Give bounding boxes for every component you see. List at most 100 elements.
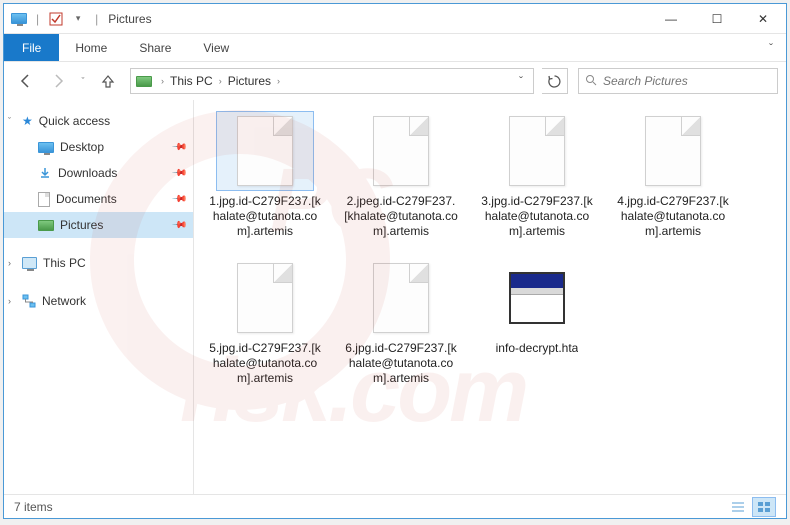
search-icon <box>585 74 597 89</box>
pin-icon: 📌 <box>170 139 187 156</box>
sidebar-quick-access: ˇ ★ Quick access Desktop 📌 Downloads 📌 D… <box>4 108 193 238</box>
sidebar-item-desktop[interactable]: Desktop 📌 <box>4 134 193 160</box>
ribbon-expand-icon[interactable]: ˇ <box>756 34 786 61</box>
view-icons-button[interactable] <box>752 497 776 517</box>
network-icon <box>22 294 36 308</box>
explorer-window: | ▾ | Pictures — ☐ ✕ File Home Share Vie… <box>3 3 787 519</box>
breadcrumb-dropdown-icon[interactable]: ˇ <box>513 74 529 88</box>
chevron-down-icon: ˇ <box>8 116 11 126</box>
app-icon <box>10 10 28 28</box>
minimize-button[interactable]: — <box>648 4 694 34</box>
file-thumbnail <box>353 259 449 337</box>
navbar: ˇ › This PC › Pictures › ˇ <box>4 62 786 100</box>
back-button[interactable] <box>12 67 40 95</box>
body: ˇ ★ Quick access Desktop 📌 Downloads 📌 D… <box>4 100 786 494</box>
sidebar-quick-access-header[interactable]: ˇ ★ Quick access <box>4 108 193 134</box>
blank-file-icon <box>237 116 293 186</box>
search-input[interactable] <box>603 74 771 88</box>
sidebar-label: Network <box>42 294 86 308</box>
file-item[interactable]: 5.jpg.id-C279F237.[khalate@tutanota.com]… <box>206 259 324 386</box>
pin-icon: 📌 <box>170 191 187 208</box>
sidebar-thispc-group: › This PC <box>4 250 193 276</box>
breadcrumb[interactable]: › This PC › Pictures › ˇ <box>130 68 534 94</box>
sidebar-item-downloads[interactable]: Downloads 📌 <box>4 160 193 186</box>
file-thumbnail <box>353 112 449 190</box>
pin-icon: 📌 <box>170 217 187 234</box>
blank-file-icon <box>373 116 429 186</box>
sidebar-label: Quick access <box>39 114 110 128</box>
star-icon: ★ <box>22 114 33 128</box>
statusbar: 7 items <box>4 494 786 518</box>
document-icon <box>38 192 50 207</box>
sidebar-item-network[interactable]: › Network <box>4 288 193 314</box>
file-name: 6.jpg.id-C279F237.[khalate@tutanota.com]… <box>342 341 460 386</box>
close-button[interactable]: ✕ <box>740 4 786 34</box>
qat-properties-icon[interactable] <box>47 10 65 28</box>
file-item[interactable]: 6.jpg.id-C279F237.[khalate@tutanota.com]… <box>342 259 460 386</box>
sidebar-label: This PC <box>43 256 86 270</box>
sidebar-item-documents[interactable]: Documents 📌 <box>4 186 193 212</box>
breadcrumb-sep: › <box>215 76 226 86</box>
picture-icon <box>38 220 54 231</box>
chevron-right-icon: › <box>8 258 11 268</box>
forward-button[interactable] <box>44 67 72 95</box>
sidebar-item-label: Pictures <box>60 218 103 232</box>
qat-sep-2: | <box>95 12 98 26</box>
maximize-button[interactable]: ☐ <box>694 4 740 34</box>
tab-view[interactable]: View <box>187 34 245 61</box>
breadcrumb-sep: › <box>273 76 284 86</box>
chevron-right-icon: › <box>8 296 11 306</box>
ribbon: File Home Share View ˇ <box>4 34 786 62</box>
breadcrumb-pictures[interactable]: Pictures <box>226 74 273 88</box>
qat-sep: | <box>36 12 39 26</box>
quick-access-toolbar: | ▾ | <box>10 10 102 28</box>
file-list[interactable]: 1.jpg.id-C279F237.[khalate@tutanota.com]… <box>194 100 786 494</box>
file-thumbnail <box>489 259 585 337</box>
file-item[interactable]: 1.jpg.id-C279F237.[khalate@tutanota.com]… <box>206 112 324 239</box>
blank-file-icon <box>509 116 565 186</box>
titlebar: | ▾ | Pictures — ☐ ✕ <box>4 4 786 34</box>
pin-icon: 📌 <box>170 165 187 182</box>
file-thumbnail <box>625 112 721 190</box>
file-name: 1.jpg.id-C279F237.[khalate@tutanota.com]… <box>206 194 324 239</box>
tab-home[interactable]: Home <box>59 34 123 61</box>
file-item[interactable]: 3.jpg.id-C279F237.[khalate@tutanota.com]… <box>478 112 596 239</box>
refresh-button[interactable] <box>542 68 568 94</box>
blank-file-icon <box>237 263 293 333</box>
sidebar-item-thispc[interactable]: › This PC <box>4 250 193 276</box>
item-count: 7 items <box>14 500 53 514</box>
breadcrumb-folder-icon <box>135 72 153 90</box>
window-buttons: — ☐ ✕ <box>648 4 786 34</box>
file-thumbnail <box>217 259 313 337</box>
breadcrumb-sep: › <box>157 76 168 86</box>
window-title: Pictures <box>108 12 151 26</box>
sidebar-network-group: › Network <box>4 288 193 314</box>
file-thumbnail <box>217 112 313 190</box>
file-name: info-decrypt.hta <box>496 341 579 356</box>
sidebar-item-label: Documents <box>56 192 117 206</box>
desktop-icon <box>38 142 54 153</box>
hta-icon <box>509 272 565 324</box>
search-box[interactable] <box>578 68 778 94</box>
file-name: 4.jpg.id-C279F237.[khalate@tutanota.com]… <box>614 194 732 239</box>
up-button[interactable] <box>94 67 122 95</box>
recent-dropdown[interactable]: ˇ <box>76 67 90 95</box>
breadcrumb-thispc[interactable]: This PC <box>168 74 215 88</box>
file-name: 5.jpg.id-C279F237.[khalate@tutanota.com]… <box>206 341 324 386</box>
blank-file-icon <box>373 263 429 333</box>
file-name: 3.jpg.id-C279F237.[khalate@tutanota.com]… <box>478 194 596 239</box>
blank-file-icon <box>645 116 701 186</box>
file-item[interactable]: info-decrypt.hta <box>478 259 596 386</box>
sidebar-item-label: Desktop <box>60 140 104 154</box>
view-details-button[interactable] <box>726 497 750 517</box>
sidebar-item-pictures[interactable]: Pictures 📌 <box>4 212 193 238</box>
file-tab[interactable]: File <box>4 34 59 61</box>
sidebar: ˇ ★ Quick access Desktop 📌 Downloads 📌 D… <box>4 100 194 494</box>
sidebar-item-label: Downloads <box>58 166 117 180</box>
tab-share[interactable]: Share <box>123 34 187 61</box>
file-item[interactable]: 4.jpg.id-C279F237.[khalate@tutanota.com]… <box>614 112 732 239</box>
file-thumbnail <box>489 112 585 190</box>
qat-dropdown-icon[interactable]: ▾ <box>69 10 87 28</box>
file-item[interactable]: 2.jpeg.id-C279F237.[khalate@tutanota.com… <box>342 112 460 239</box>
file-name: 2.jpeg.id-C279F237.[khalate@tutanota.com… <box>342 194 460 239</box>
